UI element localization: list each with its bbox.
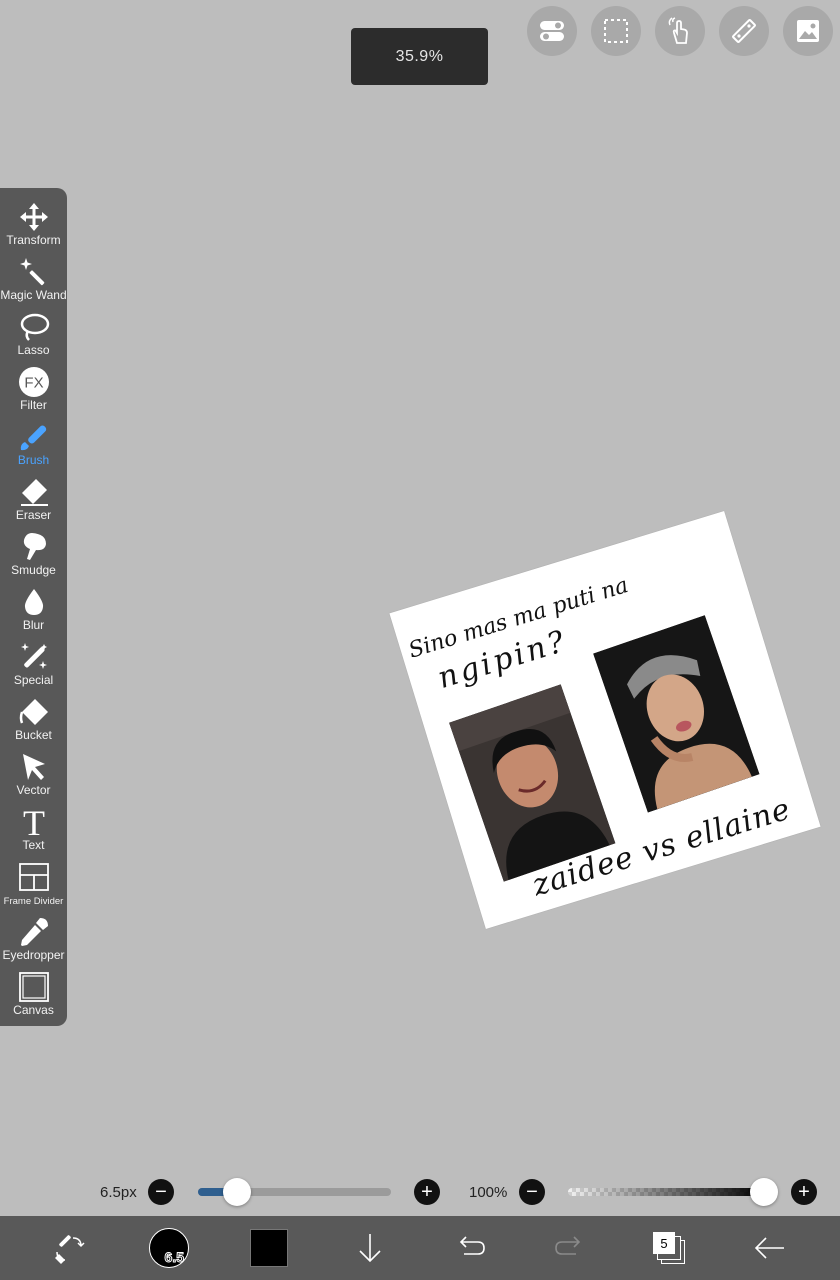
brush-icon [20,425,46,451]
sparkle-icon [20,643,47,669]
hand-gesture-icon [668,17,688,44]
move-arrows-icon [19,203,48,231]
eraser-icon [20,479,48,506]
plus-icon: + [421,1181,433,1203]
tool-text[interactable]: T Text [0,805,67,860]
tool-label: Special [13,673,54,687]
fx-icon-text: FX [24,375,43,392]
layers-icon: 5 [653,1232,685,1264]
tool-label: Bucket [15,728,52,742]
magic-wand-icon [19,258,44,286]
material-button[interactable] [783,6,833,56]
photo-right [593,615,760,813]
tool-eraser[interactable]: Eraser [0,475,67,530]
opacity-slider[interactable] [568,1188,764,1196]
layer-count: 5 [653,1232,675,1254]
brush-size-badge: 6.5 [149,1228,189,1268]
tool-label: Eraser [15,508,52,522]
tool-canvas[interactable]: Canvas [0,970,67,1025]
tool-bucket[interactable]: Bucket [0,695,67,750]
tool-frame-divider[interactable]: Frame Divider [0,860,67,915]
bucket-icon [19,699,48,725]
primary-color-swatch [250,1229,288,1267]
fx-icon: FX [18,367,49,397]
tool-magic-wand[interactable]: Magic Wand [0,255,67,310]
tool-label: Smudge [11,563,56,577]
brush-size-slider-thumb[interactable] [223,1178,252,1206]
opacity-slider-thumb[interactable] [750,1178,778,1206]
zoom-value: 35.9% [395,47,444,65]
tool-smudge[interactable]: Smudge [0,530,67,585]
selection-icon [604,19,628,43]
brush-eraser-switch-button[interactable] [45,1224,93,1272]
tool-vector[interactable]: Vector [0,750,67,805]
opacity-value: 100% [469,1184,508,1201]
drop-icon [24,589,43,615]
tool-label: Frame Divider [3,896,64,907]
color-picker-button[interactable] [245,1224,293,1272]
frame-divider-icon [18,863,49,891]
back-button[interactable] [746,1224,794,1272]
tool-lasso[interactable]: Lasso [0,310,67,365]
tool-filter[interactable]: FX Filter [0,365,67,420]
layers-button[interactable]: 5 [645,1224,693,1272]
portrait-right-image [593,615,760,813]
brush-size-preview-button[interactable]: 6.5 [145,1224,193,1272]
plus-icon: + [798,1181,810,1203]
tool-blur[interactable]: Blur [0,585,67,640]
tool-label: Transform [6,233,61,247]
cursor-arrow-icon [22,754,45,780]
smudge-icon [23,533,46,560]
zoom-indicator: 35.9% [351,28,488,85]
tool-label: Text [22,838,45,852]
canvas-icon [18,972,49,1002]
brush-size-decrease-button[interactable]: − [148,1179,174,1205]
tool-transform[interactable]: Transform [0,200,67,255]
brush-size-badge-text: 6.5 [164,1249,184,1266]
lasso-icon [20,313,49,341]
tool-eyedropper[interactable]: Eyedropper [0,915,67,970]
ruler-icon [732,19,756,43]
tool-palette: Transform Magic Wand Lasso FX Filter Bru… [0,188,67,1026]
arrow-left-icon [754,1237,784,1259]
selection-button[interactable] [591,6,641,56]
brush-size-value: 6.5px [100,1184,137,1201]
opacity-decrease-button[interactable]: − [519,1179,545,1205]
text-icon-glyph: T [23,806,45,838]
save-down-button[interactable] [346,1224,394,1272]
tool-label: Eyedropper [2,948,65,962]
tool-label: Brush [17,453,50,467]
undo-icon [459,1236,485,1255]
minus-icon: − [155,1181,167,1203]
tool-label: Filter [20,398,47,412]
minus-icon: − [526,1181,538,1203]
tool-label: Canvas [13,1003,54,1017]
tool-label: Vector [16,783,51,797]
tool-label: Blur [22,618,45,632]
image-icon [797,20,819,42]
gesture-button[interactable] [655,6,705,56]
opacity-increase-button[interactable]: + [791,1179,817,1205]
tool-brush[interactable]: Brush [0,420,67,475]
redo-button[interactable] [546,1224,594,1272]
text-icon: T [23,806,45,838]
redo-icon [555,1236,581,1255]
undo-button[interactable] [446,1224,494,1272]
brush-eraser-swap-icon [55,1235,85,1264]
ruler-button[interactable] [719,6,769,56]
arrow-down-icon [359,1234,381,1263]
toggle-settings-icon [540,21,564,41]
brush-size-increase-button[interactable]: + [414,1179,440,1205]
bottom-toolbar: 6.5 5 [0,1216,840,1280]
settings-toggle-button[interactable] [527,6,577,56]
canvas-artwork[interactable]: Sino mas ma puti na ngipin? zaidee vs el… [389,511,821,929]
eyedropper-icon [20,918,48,946]
tool-special[interactable]: Special [0,640,67,695]
tool-label: Magic Wand [0,288,67,302]
tool-label: Lasso [17,343,50,357]
brush-settings-row: 6.5px − + 100% − + [0,1176,840,1208]
